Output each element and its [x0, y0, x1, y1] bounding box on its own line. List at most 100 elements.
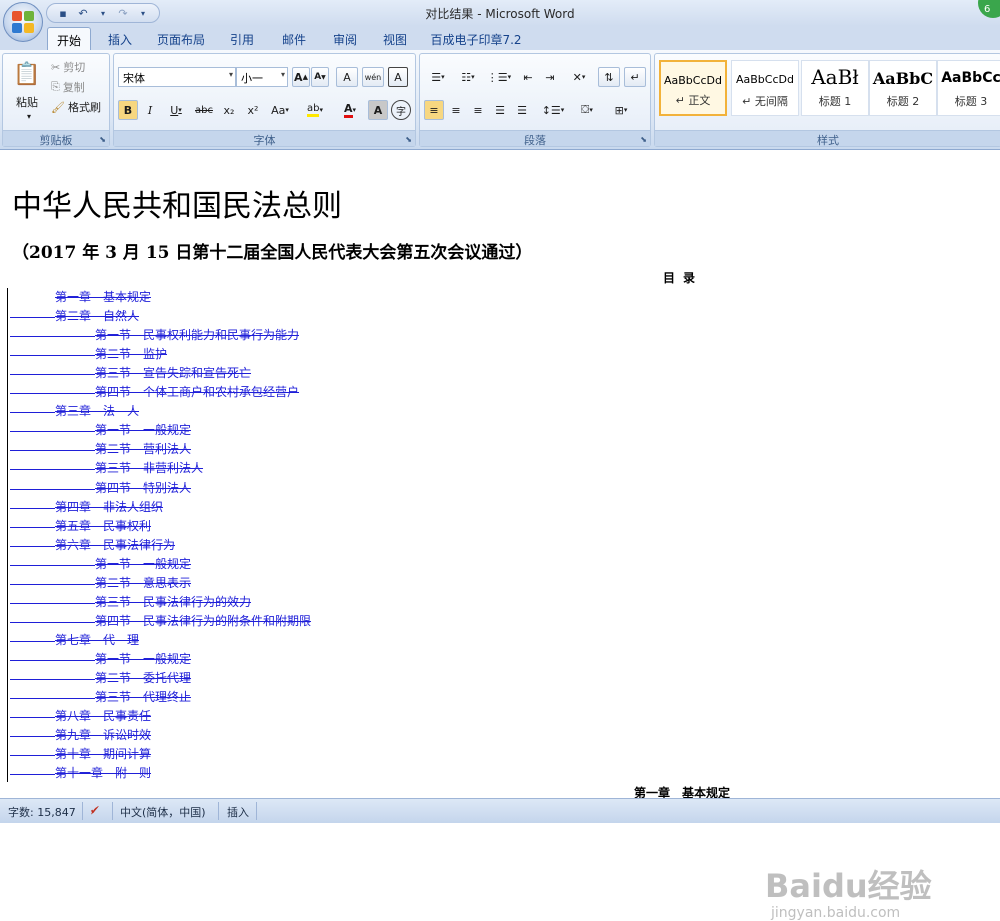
numbering-button[interactable]: ☷ ▾: [454, 67, 482, 87]
distributed-button[interactable]: ☰: [512, 100, 532, 120]
italic-button[interactable]: I: [140, 100, 160, 120]
tab-references[interactable]: 引用: [222, 27, 262, 50]
toc-section-entry[interactable]: 第二节 营利法人: [95, 440, 191, 459]
tab-page-layout[interactable]: 页面布局: [150, 27, 212, 50]
bold-button[interactable]: B: [118, 100, 138, 120]
toc-section-entry[interactable]: 第四节 民事法律行为的附条件和附期限: [95, 612, 311, 631]
tab-review[interactable]: 审阅: [325, 27, 365, 50]
copy-button[interactable]: ⎘ 复制: [51, 78, 107, 96]
superscript-button[interactable]: x²: [242, 100, 264, 120]
chevron-down-icon[interactable]: ▾: [23, 111, 35, 121]
tab-insert[interactable]: 插入: [100, 27, 140, 50]
document-page[interactable]: 中华人民共和国民法总则 （2017 年 3 月 15 日第十二届全国人民代表大会…: [0, 151, 1000, 921]
align-right-button[interactable]: ≡: [468, 100, 488, 120]
toc-section-entry[interactable]: 第四节 特别法人: [95, 479, 191, 498]
bold-icon: B: [123, 103, 133, 117]
toc-chapter-entry[interactable]: 第二章 自然人: [55, 307, 139, 326]
toc-section-entry[interactable]: 第一节 一般规定: [95, 650, 191, 669]
chinese-layout-button[interactable]: ✕ ▾: [564, 67, 594, 87]
toc-revision-leader: [10, 374, 95, 375]
insert-mode-indicator[interactable]: 插入: [227, 804, 249, 820]
toc-section-entry[interactable]: 第三节 代理终止: [95, 688, 191, 707]
subscript-button[interactable]: x₂: [218, 100, 240, 120]
tab-seal-plugin[interactable]: 百成电子印章7.2: [424, 27, 528, 50]
dialog-launcher-icon[interactable]: ⬊: [405, 135, 412, 144]
toc-chapter-entry[interactable]: 第一章 基本规定: [55, 288, 151, 307]
toc-section-entry[interactable]: 第三节 宣告失踪和宣告死亡: [95, 364, 251, 383]
undo-icon[interactable]: ↶: [75, 5, 91, 21]
save-icon[interactable]: ▪: [55, 5, 71, 21]
highlight-button[interactable]: ab ▾: [298, 100, 332, 120]
shading-button[interactable]: ⛋ ▾: [572, 100, 602, 120]
dialog-launcher-icon[interactable]: ⬊: [640, 135, 647, 144]
toc-section-entry[interactable]: 第一节 一般规定: [95, 421, 191, 440]
sort-button[interactable]: ⇅: [598, 67, 620, 87]
bullets-button[interactable]: ☰ ▾: [424, 67, 452, 87]
toc-chapter-entry[interactable]: 第四章 非法人组织: [55, 498, 163, 517]
toc-section-entry[interactable]: 第一节 一般规定: [95, 555, 191, 574]
toc-section-entry[interactable]: 第一节 民事权利能力和民事行为能力: [95, 326, 299, 345]
decrease-indent-button[interactable]: ⇤: [518, 67, 538, 87]
character-shading-button[interactable]: A: [368, 100, 388, 120]
align-center-button[interactable]: ≡: [446, 100, 466, 120]
style-sample: AaBł: [811, 65, 859, 89]
show-marks-button[interactable]: ↵: [624, 67, 646, 87]
tab-view[interactable]: 视图: [375, 27, 415, 50]
office-button[interactable]: [3, 2, 43, 42]
toc-section-entry[interactable]: 第二节 委托代理: [95, 669, 191, 688]
strikethrough-button[interactable]: abc: [192, 100, 216, 120]
word-count[interactable]: 字数: 15,847: [8, 804, 76, 820]
style-normal[interactable]: AaBbCcDd ↵ 正文: [659, 60, 727, 116]
line-spacing-button[interactable]: ↕☰ ▾: [538, 100, 568, 120]
multilevel-list-button[interactable]: ⋮☰ ▾: [484, 67, 514, 87]
toc-chapter-entry[interactable]: 第十章 期间计算: [55, 745, 151, 764]
enclose-characters-button[interactable]: 字: [391, 100, 411, 120]
grow-font-button[interactable]: A ▲: [292, 67, 310, 87]
format-painter-button[interactable]: 🖌 格式刷: [51, 98, 109, 116]
language-indicator[interactable]: 中文(简体，中国): [120, 804, 206, 820]
toc-chapter-entry[interactable]: 第九章 诉讼时效: [55, 726, 151, 745]
tab-home[interactable]: 开始: [47, 27, 91, 50]
toc-section-entry[interactable]: 第二节 意思表示: [95, 574, 191, 593]
change-case-button[interactable]: Aa ▾: [266, 100, 294, 120]
title-bar: 对比结果 - Microsoft Word ▪ ↶ ▾ ↷ ▾ 6: [0, 0, 1000, 26]
increase-indent-button[interactable]: ⇥: [540, 67, 560, 87]
font-color-button[interactable]: A ▾: [334, 100, 366, 120]
toc-chapter-entry[interactable]: 第七章 代 理: [55, 631, 139, 650]
proofing-icon[interactable]: ✔̸: [90, 804, 99, 817]
align-left-button[interactable]: ≡: [424, 100, 444, 120]
paste-icon[interactable]: 📋: [9, 58, 45, 90]
chevron-down-icon[interactable]: ▾: [95, 5, 111, 21]
toc-revision-leader: [10, 393, 95, 394]
font-group-label: 字体: [114, 130, 415, 147]
character-border-button[interactable]: A: [388, 67, 408, 87]
cut-button[interactable]: ✂ 剪切: [51, 58, 107, 76]
paste-button[interactable]: 粘贴: [7, 94, 47, 110]
toc-chapter-entry[interactable]: 第八章 民事责任: [55, 707, 151, 726]
underline-button[interactable]: U ▾: [162, 100, 190, 120]
toc-section-entry[interactable]: 第二节 监护: [95, 345, 167, 364]
toc-chapter-entry[interactable]: 第十一章 附 则: [55, 764, 151, 783]
customize-qat-icon[interactable]: ▾: [135, 5, 151, 21]
redo-icon[interactable]: ↷: [115, 5, 131, 21]
underline-icon: U: [170, 103, 179, 117]
toc-chapter-entry[interactable]: 第五章 民事权利: [55, 517, 151, 536]
justify-button[interactable]: ☰: [490, 100, 510, 120]
toc-chapter-entry[interactable]: 第六章 民事法律行为: [55, 536, 175, 555]
toc-section-entry[interactable]: 第四节 个体工商户和农村承包经营户: [95, 383, 299, 402]
borders-button[interactable]: ⊞ ▾: [606, 100, 636, 120]
style-heading-1[interactable]: AaBł 标题 1: [801, 60, 869, 116]
font-size-combo[interactable]: 小一 ▾: [236, 67, 288, 87]
clear-formatting-button[interactable]: A: [336, 67, 358, 87]
style-heading-3[interactable]: AaBbCc 标题 3: [937, 60, 1000, 116]
dialog-launcher-icon[interactable]: ⬊: [99, 135, 106, 144]
shrink-font-button[interactable]: A ▼: [311, 67, 329, 87]
toc-chapter-entry[interactable]: 第三章 法 人: [55, 402, 139, 421]
toc-section-entry[interactable]: 第三节 民事法律行为的效力: [95, 593, 251, 612]
style-heading-2[interactable]: AaBbC 标题 2: [869, 60, 937, 116]
toc-section-entry[interactable]: 第三节 非营利法人: [95, 459, 203, 478]
tab-mailings[interactable]: 邮件: [274, 27, 314, 50]
style-no-spacing[interactable]: AaBbCcDd ↵ 无间隔: [731, 60, 799, 116]
phonetic-guide-button[interactable]: wén: [362, 67, 384, 87]
font-name-combo[interactable]: 宋体 ▾: [118, 67, 236, 87]
